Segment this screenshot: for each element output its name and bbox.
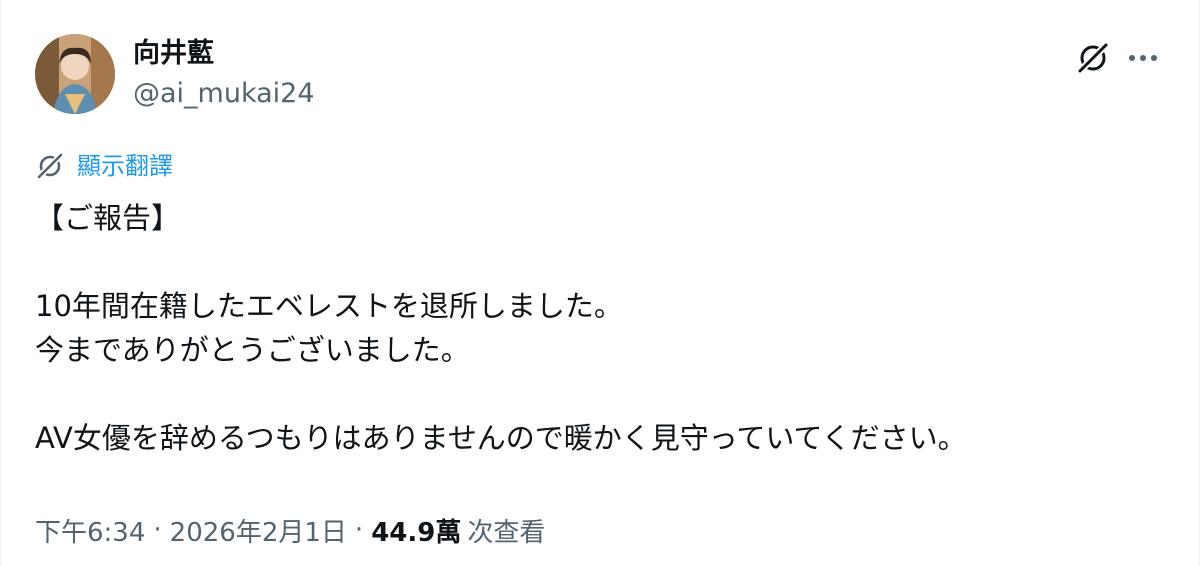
show-translation-link[interactable]: 顯示翻譯 (35, 148, 173, 184)
tweet-card: 向井藍 @ai_mukai24 顯示翻譯 【ご報告】 10年間在籍したエベレスト… (0, 0, 1200, 566)
tweet-text: 【ご報告】 10年間在籍したエベレストを退所しました。 今までありがとうございま… (35, 196, 1165, 460)
grok-icon (1077, 42, 1109, 74)
show-translation-label: 顯示翻譯 (77, 152, 173, 180)
more-icon (1129, 55, 1157, 61)
tweet-time[interactable]: 下午6:34 (35, 512, 145, 549)
tweet-line: 10年間在籍したエベレストを退所しました。 (35, 289, 623, 323)
tweet-meta: 下午6:34 · 2026年2月1日 · 44.9萬 次查看 (35, 510, 545, 550)
avatar[interactable] (35, 34, 115, 114)
author-handle[interactable]: @ai_mukai24 (133, 78, 315, 110)
meta-separator: · (153, 515, 162, 545)
more-options-button[interactable] (1123, 38, 1163, 78)
author-display-name[interactable]: 向井藍 (133, 38, 214, 70)
views-label: 次查看 (467, 517, 546, 548)
tweet-line: 【ご報告】 (35, 201, 181, 235)
tweet-date[interactable]: 2026年2月1日 (170, 512, 347, 549)
translate-icon (36, 152, 64, 180)
views-count[interactable]: 44.9萬 (371, 512, 461, 549)
avatar-image (35, 34, 115, 114)
meta-separator: · (354, 515, 364, 545)
tweet-line: 今までありがとうございました。 (35, 333, 470, 367)
tweet-line: AV女優を辞めるつもりはありませんので暖かく見守っていてください。 (35, 421, 967, 455)
grok-button[interactable] (1073, 38, 1113, 78)
